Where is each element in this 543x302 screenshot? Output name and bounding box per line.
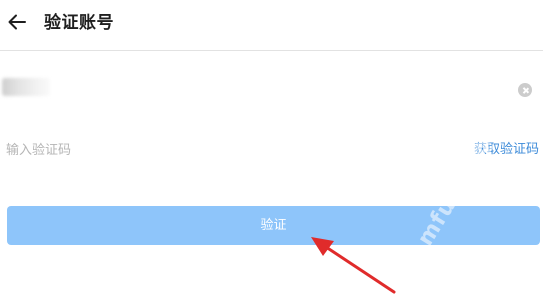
verification-code-input[interactable] xyxy=(6,140,306,160)
back-button[interactable] xyxy=(6,11,28,33)
account-field[interactable] xyxy=(0,70,543,110)
verify-button[interactable]: 验证 xyxy=(7,206,540,245)
arrow-left-icon xyxy=(8,14,26,30)
clear-circle-icon[interactable] xyxy=(518,83,532,97)
page-title: 验证账号 xyxy=(44,13,114,33)
verification-code-row: 获取验证码 xyxy=(0,136,543,164)
get-code-button[interactable]: 获取验证码 xyxy=(474,142,539,158)
top-bar: 验证账号 xyxy=(0,0,543,51)
account-value-redacted xyxy=(2,78,50,96)
verify-account-screen: 验证账号 获取验证码 验证 mfun 魔趣网 xyxy=(0,0,543,302)
